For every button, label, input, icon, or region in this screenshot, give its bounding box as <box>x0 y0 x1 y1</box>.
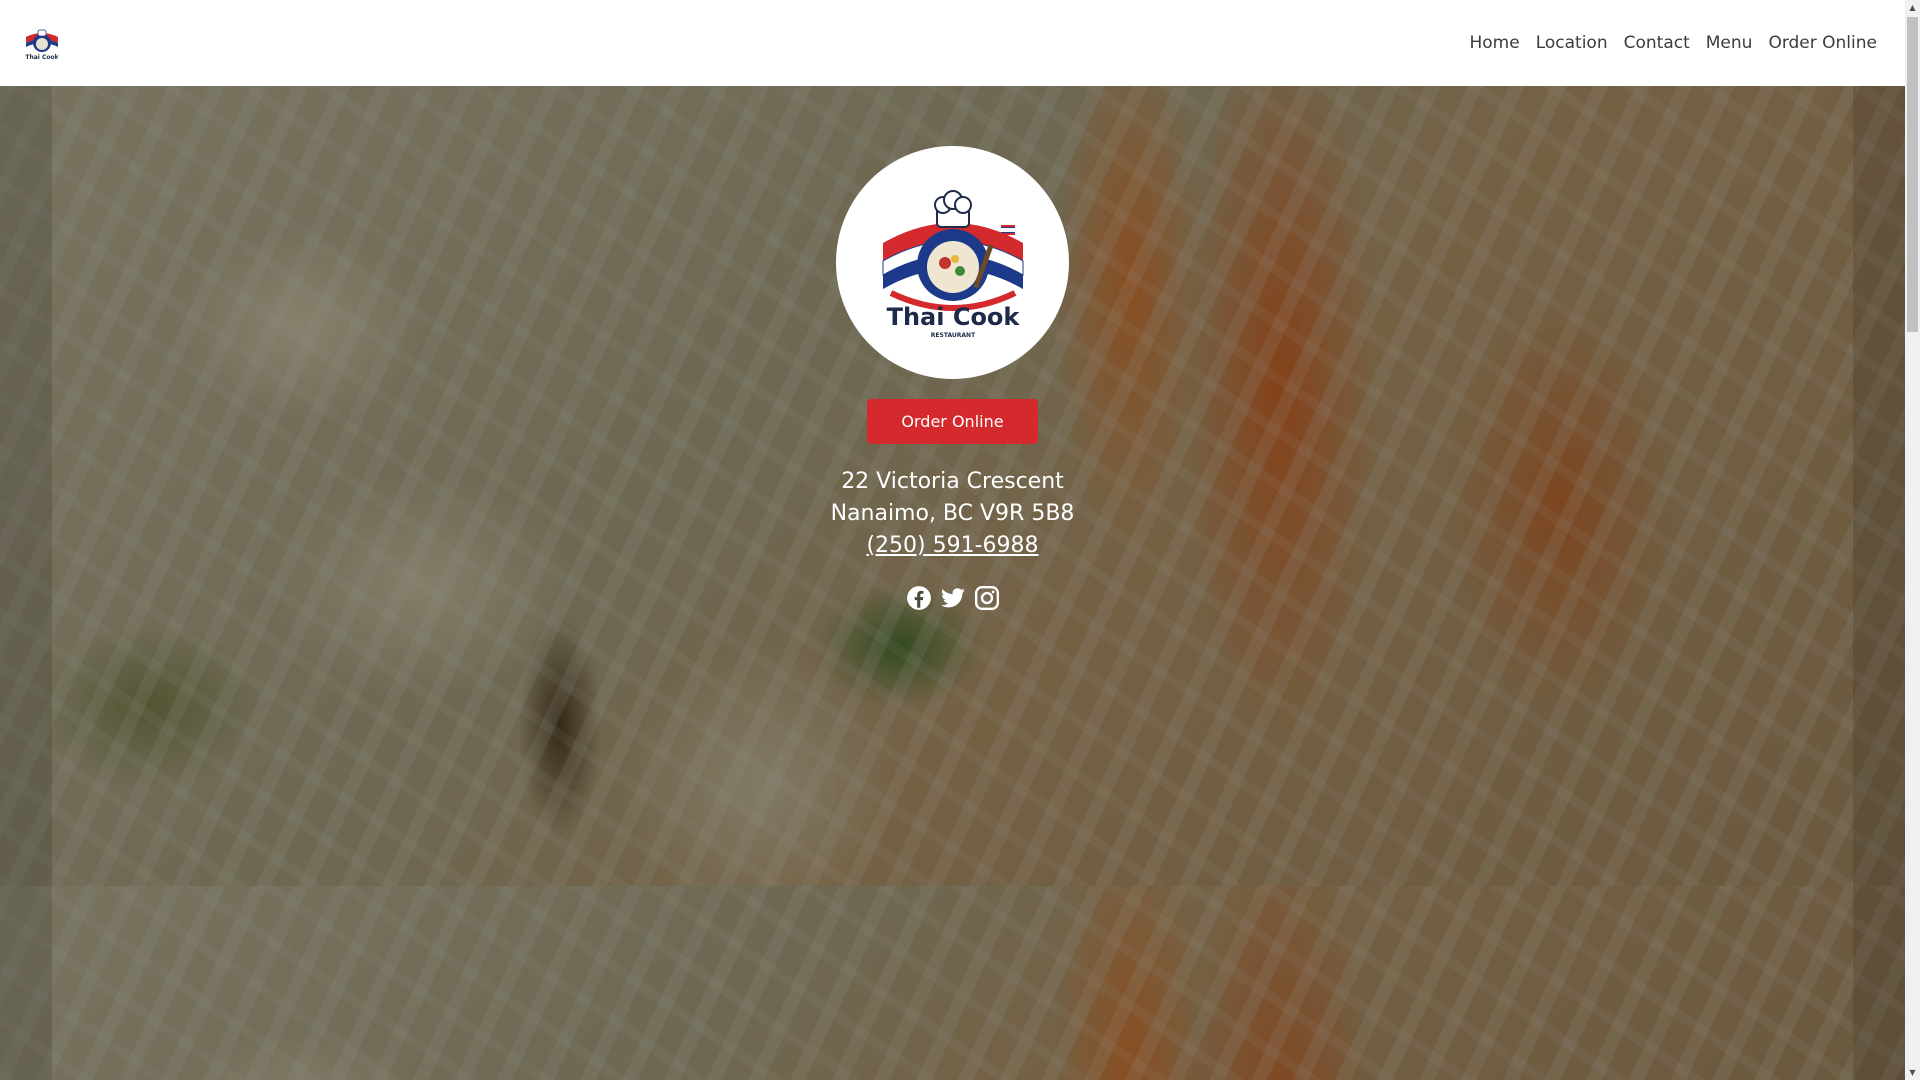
nav-order-online[interactable]: Order Online <box>1760 25 1885 61</box>
scroll-down-arrow-icon[interactable]: ▼ <box>1905 1065 1920 1080</box>
nav-home[interactable]: Home <box>1462 25 1528 61</box>
phone-link[interactable]: (250) 591-6988 <box>866 533 1038 558</box>
top-navbar: Thai Cook Home Location Contact Menu Ord… <box>0 0 1905 86</box>
hero-logo-subtext: RESTAURANT <box>930 332 975 339</box>
hero-logo-image: Thai Cook RESTAURANT <box>882 189 1023 339</box>
hero-logo-text: Thai Cook <box>886 303 1020 331</box>
scroll-up-arrow-icon[interactable]: ▲ <box>1905 0 1920 15</box>
twitter-icon[interactable] <box>939 584 967 612</box>
instagram-icon[interactable] <box>973 584 1001 612</box>
restaurant-address: 22 Victoria Crescent Nanaimo, BC V9R 5B8… <box>831 466 1075 562</box>
brand-logo-text: Thai Cook <box>25 54 59 61</box>
hero-content: Thai Cook RESTAURANT Order Online 22 Vic… <box>0 86 1905 612</box>
address-line-1: 22 Victoria Crescent <box>841 469 1064 494</box>
address-line-2: Nanaimo, BC V9R 5B8 <box>830 501 1075 526</box>
facebook-icon[interactable] <box>905 584 933 612</box>
lower-left-shade <box>0 886 52 1080</box>
nav-menu[interactable]: Menu <box>1698 25 1761 61</box>
lower-overlay <box>0 886 1905 1080</box>
social-links <box>905 584 1001 612</box>
brand-logo-image: Thai Cook <box>21 22 63 64</box>
page-scrollbar[interactable]: ▲ ▼ <box>1905 0 1920 1080</box>
main-nav: Home Location Contact Menu Order Online <box>1462 25 1886 61</box>
order-online-button[interactable]: Order Online <box>867 399 1038 444</box>
scrollbar-thumb[interactable] <box>1907 17 1918 332</box>
lower-right-shade <box>1853 886 1905 1080</box>
brand-logo[interactable]: Thai Cook <box>20 21 64 65</box>
nav-contact[interactable]: Contact <box>1616 25 1698 61</box>
hero-logo: Thai Cook RESTAURANT <box>836 146 1069 379</box>
lower-section <box>0 886 1905 1080</box>
nav-location[interactable]: Location <box>1528 25 1616 61</box>
hero-section: Thai Cook RESTAURANT Order Online 22 Vic… <box>0 86 1905 886</box>
